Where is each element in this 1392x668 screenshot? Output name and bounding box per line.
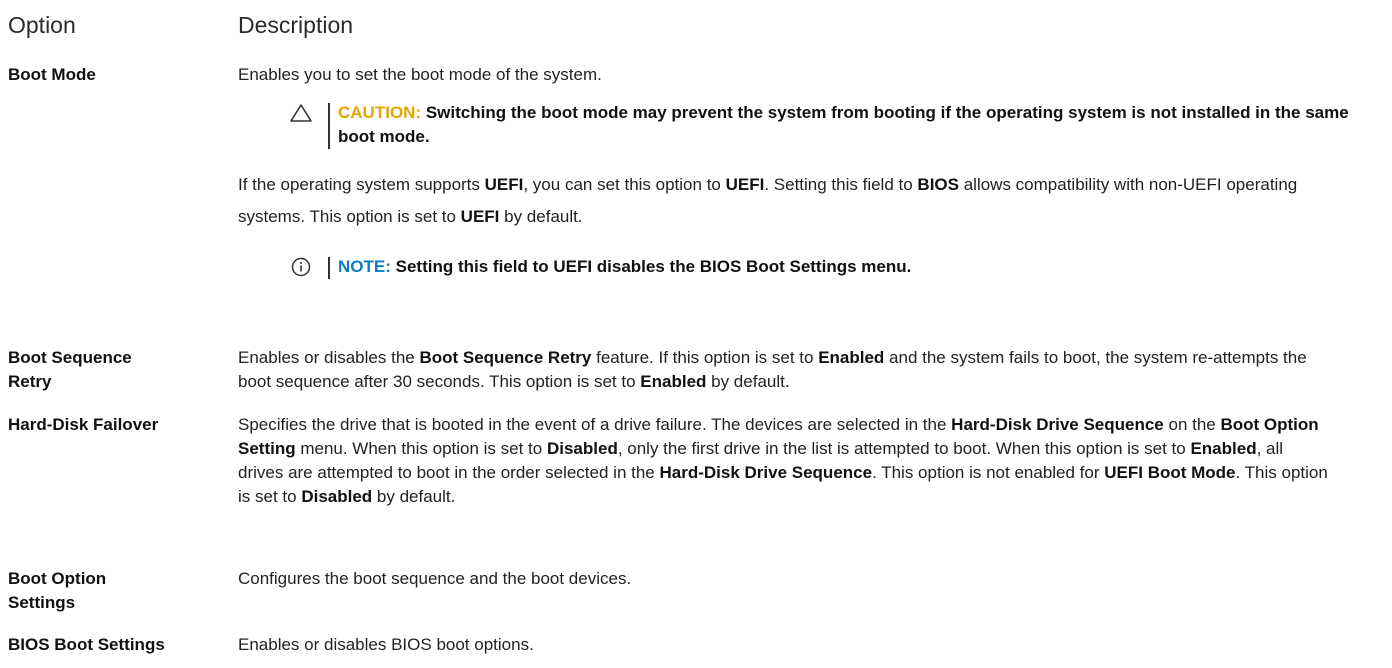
boot-mode-body: If the operating system supports UEFI, y… — [238, 175, 1298, 226]
boot-mode-intro: Enables you to set the boot mode of the … — [238, 65, 602, 84]
desc-bios-boot-settings: Enables or disables BIOS boot options. — [238, 635, 534, 654]
note-notice: NOTE: Setting this field to UEFI disable… — [288, 255, 1378, 279]
caution-label: CAUTION: — [338, 103, 422, 122]
column-header-option: Option — [8, 12, 76, 38]
caution-notice: CAUTION: Switching the boot mode may pre… — [288, 101, 1378, 149]
note-label: NOTE: — [338, 257, 391, 276]
option-boot-sequence-retry: Boot Sequence Retry — [8, 348, 132, 391]
option-boot-option-settings: Boot Option Settings — [8, 569, 107, 612]
note-text: Setting this field to UEFI disables the … — [395, 257, 912, 276]
desc-boot-option-settings: Configures the boot sequence and the boo… — [238, 569, 632, 588]
option-boot-mode: Boot Mode — [8, 65, 96, 84]
option-hard-disk-failover: Hard-Disk Failover — [8, 415, 159, 434]
desc-boot-mode: Enables you to set the boot mode of the … — [238, 63, 1349, 279]
column-header-description: Description — [238, 12, 354, 38]
desc-boot-sequence-retry: Enables or disables the Boot Sequence Re… — [238, 348, 1307, 391]
option-bios-boot-settings: BIOS Boot Settings — [8, 635, 165, 654]
info-circle-icon — [291, 257, 311, 277]
caution-text: Switching the boot mode may prevent the … — [338, 103, 1349, 146]
warning-triangle-icon — [290, 104, 312, 122]
desc-hard-disk-failover: Specifies the drive that is booted in th… — [238, 415, 1328, 506]
